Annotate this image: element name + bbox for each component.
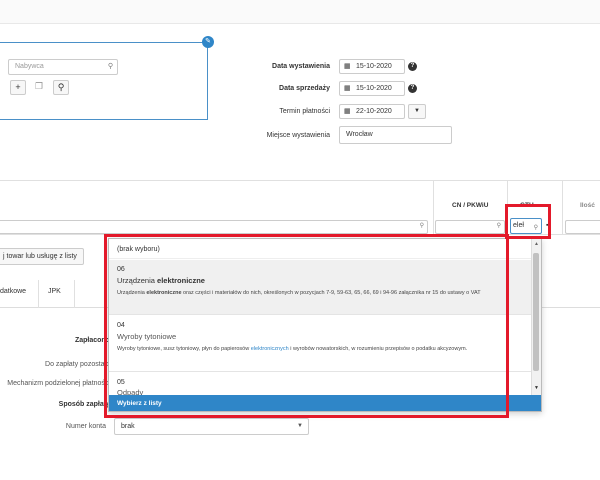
search-icon: ⚲ (533, 225, 538, 231)
sale-date-label: Data sprzedaży (279, 85, 330, 92)
scroll-up-icon[interactable]: ▲ (534, 241, 539, 247)
calendar-icon: ▦ (344, 108, 351, 115)
top-band (0, 0, 600, 24)
copy-icon[interactable]: ❐ (31, 80, 47, 95)
sale-date-field[interactable]: ▦ 15-10-2020 (339, 81, 405, 96)
issue-date-field[interactable]: ▦ 15-10-2020 (339, 59, 405, 74)
payment-method-label: Sposób zapłaty (58, 401, 110, 408)
place-label: Miejsce wystawienia (266, 132, 330, 139)
place-field[interactable]: Wrocław (339, 126, 452, 144)
dropdown-option-06[interactable]: 06 Urządzenia elektroniczne Urządzenia e… (109, 260, 533, 315)
to-pay-label: Do zapłaty pozostało (45, 361, 110, 368)
split-payment-label: Mechanizm podzielonej płatności (7, 380, 110, 387)
search-buyer-button[interactable]: ⚲ (53, 80, 69, 95)
scrollbar-thumb[interactable] (533, 253, 539, 371)
paid-label: Zapłacono (74, 337, 110, 344)
add-item-from-list-button[interactable]: j towar lub usługę z listy (0, 248, 84, 265)
dropdown-footer-hint: Wybierz z listy (109, 395, 541, 411)
search-icon: ⚲ (107, 63, 113, 70)
payment-term-field[interactable]: ▦ 22-10-2020 (339, 104, 405, 119)
gtu-input[interactable]: eleł ⚲ (510, 218, 542, 234)
col-cn-pkwiu: CN / PKWiU (452, 202, 489, 209)
gtu-dropdown: (brak wyboru) 06 Urządzenia elektroniczn… (108, 238, 542, 412)
tab-dodatkowe[interactable]: datkowe (0, 288, 26, 295)
gtu-clear-icon[interactable]: ▪ (546, 222, 548, 229)
dropdown-option-05[interactable]: 05 Odpady (109, 373, 533, 397)
search-icon: ⚲ (419, 223, 424, 229)
payment-term-label: Termin płatności (279, 108, 330, 115)
dropdown-option-04[interactable]: 04 Wyroby tytoniowe Wyroby tytoniowe, su… (109, 316, 533, 372)
search-icon: ⚲ (496, 223, 501, 229)
calendar-icon: ▦ (344, 63, 351, 70)
help-icon[interactable]: ? (408, 84, 417, 93)
dropdown-option-none[interactable]: (brak wyboru) (109, 239, 533, 259)
cn-input[interactable]: ⚲ (435, 220, 505, 234)
chevron-down-icon: ▼ (297, 423, 303, 429)
scroll-down-icon[interactable]: ▼ (534, 385, 539, 391)
item-name-input[interactable]: ⚲ (0, 220, 428, 234)
quantity-input[interactable] (565, 220, 600, 234)
help-icon[interactable]: ? (408, 62, 417, 71)
account-number-select[interactable]: brak ▼ (114, 418, 309, 435)
account-number-label: Numer konta (65, 423, 106, 430)
calendar-icon: ▦ (344, 85, 351, 92)
add-buyer-button[interactable]: + (10, 80, 26, 95)
buyer-search-input[interactable]: Nabywca ⚲ (8, 59, 118, 75)
tab-jpk[interactable]: JPK (48, 288, 61, 295)
edit-icon[interactable]: ✎ (202, 36, 214, 48)
issue-date-label: Data wystawienia (272, 63, 330, 70)
col-gtu: GTU (520, 202, 534, 209)
payment-term-dropdown[interactable]: ▼ (408, 104, 426, 119)
col-quantity: Ilość (580, 202, 595, 209)
